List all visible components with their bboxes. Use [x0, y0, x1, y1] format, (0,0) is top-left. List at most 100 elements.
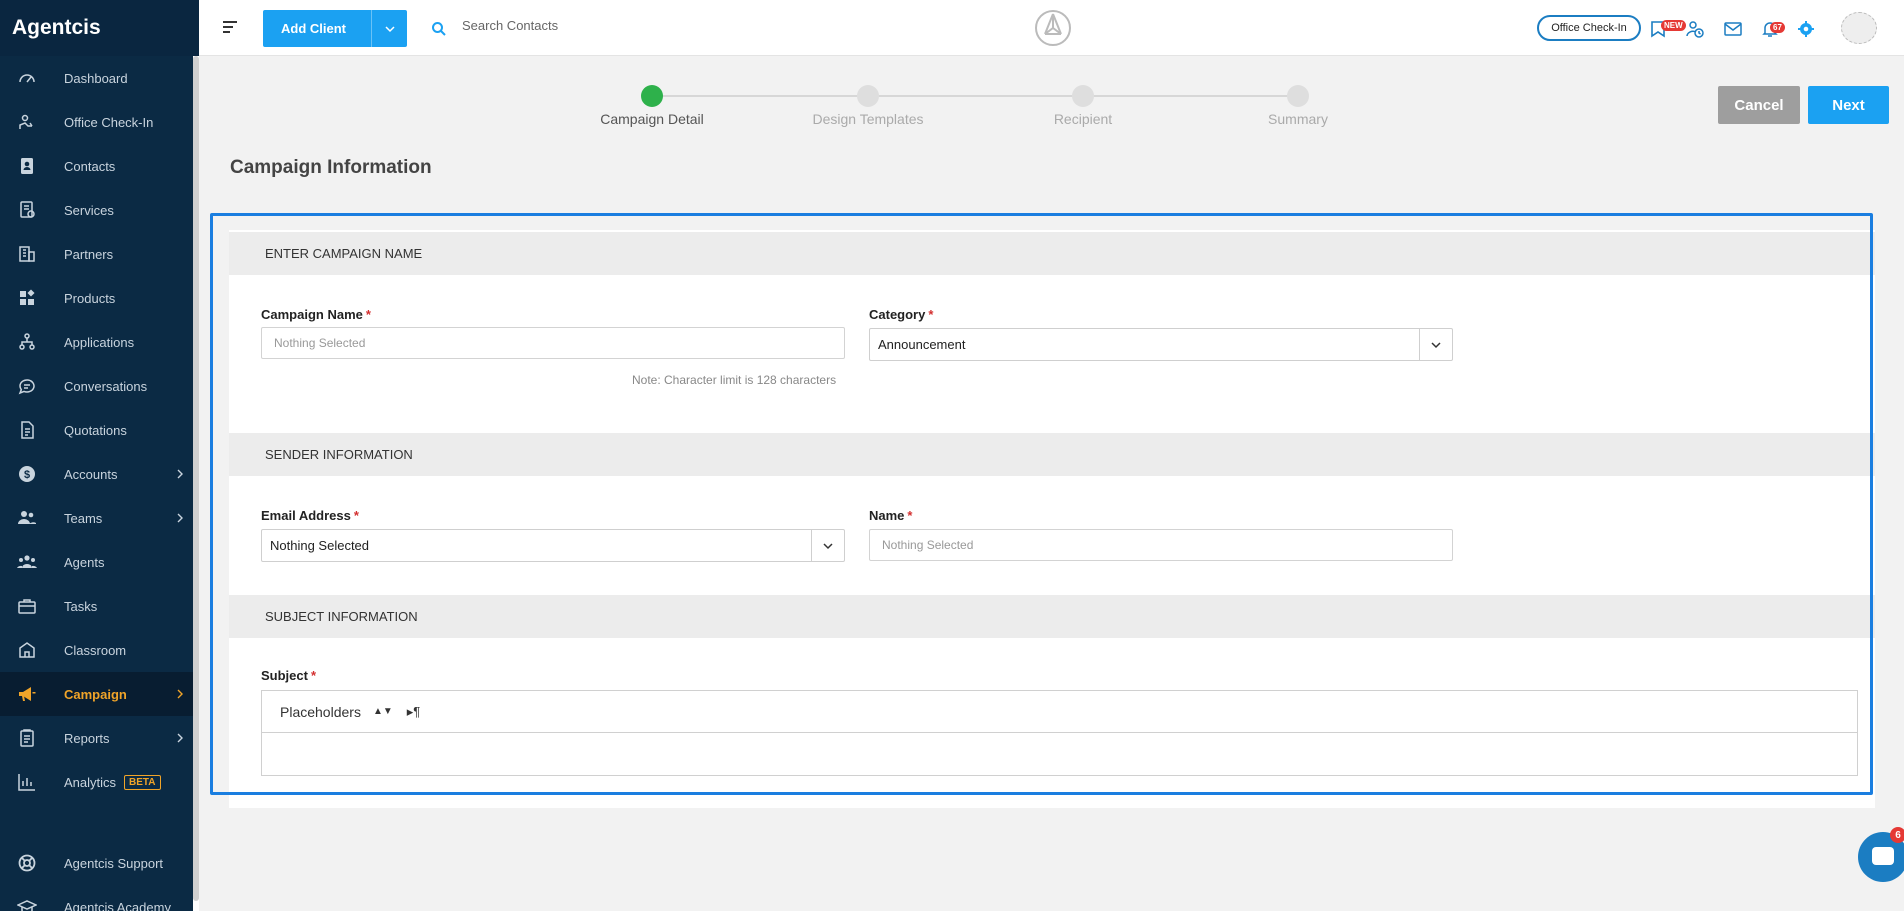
placeholders-dropdown[interactable]: Placeholders ▲▼: [280, 704, 393, 720]
step-dot-design-templates[interactable]: [857, 85, 879, 107]
sidebar-item-campaign[interactable]: Campaign: [0, 672, 199, 716]
chevron-down-icon[interactable]: [385, 24, 395, 34]
sidebar-item-contacts[interactable]: Contacts: [0, 144, 199, 188]
sidebar-item-quotations[interactable]: Quotations: [0, 408, 199, 452]
sidebar-item-label: Dashboard: [64, 70, 128, 86]
required-mark: *: [928, 307, 934, 322]
chevron-right-icon: [177, 513, 183, 523]
gauge-icon: [16, 68, 38, 88]
gear-icon[interactable]: [1797, 20, 1815, 38]
step-label-campaign-detail: Campaign Detail: [600, 111, 704, 127]
campaign-name-label: Campaign Name *: [261, 307, 371, 322]
briefcase-icon: [16, 596, 38, 616]
sidebar-item-label: Reports: [64, 730, 110, 746]
sidebar-item-label: Applications: [64, 334, 135, 350]
subject-editor-toolbar: Placeholders ▲▼ ▸¶: [262, 691, 1857, 733]
sidebar-item-label: Teams: [64, 510, 103, 526]
sidebar-item-tasks[interactable]: Tasks: [0, 584, 199, 628]
step-label-recipient: Recipient: [1053, 111, 1113, 127]
search-contacts-input[interactable]: [462, 18, 662, 33]
subject-editor-input-area[interactable]: [262, 733, 1857, 775]
brand-logo[interactable]: Agentcis: [0, 0, 199, 56]
required-mark: *: [310, 668, 317, 683]
document-icon: [16, 420, 38, 440]
sidebar-item-analytics[interactable]: Analytics BETA: [0, 760, 199, 804]
chevron-down-icon: [1431, 341, 1441, 348]
button-divider: [371, 10, 372, 47]
sidebar-item-label: Quotations: [64, 422, 127, 438]
sender-name-input[interactable]: Nothing Selected: [869, 529, 1453, 561]
sender-name-label: Name *: [869, 508, 913, 523]
next-button[interactable]: Next: [1808, 86, 1889, 124]
category-dropdown-toggle[interactable]: [1419, 329, 1452, 360]
required-mark: *: [365, 307, 371, 322]
character-limit-note: Note: Character limit is 128 characters: [632, 373, 837, 387]
paragraph-format-icon[interactable]: ▸¶: [407, 704, 421, 720]
section-header-sender-information: SENDER INFORMATION: [229, 433, 1875, 476]
office-check-in-label: Office Check-In: [1551, 22, 1627, 34]
chevron-right-icon: [177, 733, 183, 743]
step-dot-campaign-detail[interactable]: [641, 85, 663, 107]
sidebar-item-dashboard[interactable]: Dashboard: [0, 56, 199, 100]
sidebar-item-partners[interactable]: Partners: [0, 232, 199, 276]
classroom-icon: [16, 640, 38, 660]
add-client-label: Add Client: [281, 21, 346, 36]
sidebar-item-label: Campaign: [64, 686, 127, 702]
sidebar-item-label: Contacts: [64, 158, 116, 174]
agents-icon: [16, 552, 38, 572]
sidebar-item-classroom[interactable]: Classroom: [0, 628, 199, 672]
building-icon: [16, 244, 38, 264]
campaign-name-input[interactable]: Nothing Selected: [261, 327, 845, 359]
academy-icon: [16, 897, 38, 911]
sidebar-item-teams[interactable]: Teams: [0, 496, 199, 540]
email-address-value: Nothing Selected: [270, 538, 370, 553]
sidebar-item-agentcis-academy[interactable]: Agentcis Academy: [0, 885, 199, 911]
sidebar-item-products[interactable]: Products: [0, 276, 199, 320]
sidebar-item-label: Classroom: [64, 642, 127, 658]
sidebar-item-reports[interactable]: Reports: [0, 716, 199, 760]
category-value: Announcement: [878, 337, 966, 352]
user-sync-icon[interactable]: [1686, 20, 1704, 38]
sidebar-item-label: Accounts: [64, 466, 118, 482]
sidebar-footer: Agentcis Support Agentcis Academy: [0, 841, 199, 911]
email-address-dropdown-toggle[interactable]: [811, 530, 844, 561]
hamburger-menu-icon[interactable]: [221, 18, 239, 36]
sidebar-nav: Dashboard Office Check-In Contacts Servi…: [0, 56, 199, 804]
sidebar-item-conversations[interactable]: Conversations: [0, 364, 199, 408]
dollar-icon: $: [16, 464, 38, 484]
sidebar-item-accounts[interactable]: $ Accounts: [0, 452, 199, 496]
sidebar-item-label: Products: [64, 290, 116, 306]
user-avatar[interactable]: [1841, 12, 1877, 44]
subject-editor: Placeholders ▲▼ ▸¶: [261, 690, 1858, 776]
sidebar-item-label: Analytics: [64, 774, 117, 790]
sidebar-item-label: Tasks: [64, 598, 98, 614]
flow-icon: [16, 332, 38, 352]
page-title: Campaign Information: [230, 157, 432, 178]
sidebar-item-label: Agents: [64, 554, 105, 570]
sidebar-item-applications[interactable]: Applications: [0, 320, 199, 364]
sidebar-item-services[interactable]: Services: [0, 188, 199, 232]
sidebar-item-label: Services: [64, 202, 114, 218]
beta-badge: BETA: [124, 774, 161, 790]
sidebar-item-agentcis-support[interactable]: Agentcis Support: [0, 841, 199, 885]
office-check-in-button[interactable]: Office Check-In: [1537, 15, 1641, 41]
step-dot-recipient[interactable]: [1072, 85, 1094, 107]
company-logo-icon: [1035, 10, 1071, 46]
email-address-label: Email Address *: [261, 508, 359, 523]
sidebar-scrollbar-thumb[interactable]: [193, 56, 199, 901]
category-select[interactable]: Announcement: [869, 328, 1453, 361]
products-icon: [16, 288, 38, 308]
add-client-button[interactable]: Add Client: [263, 10, 407, 47]
section-header-campaign-name: ENTER CAMPAIGN NAME: [229, 232, 1875, 275]
placeholders-label: Placeholders: [280, 703, 361, 720]
contact-card-icon: [16, 156, 38, 176]
sidebar-item-agents[interactable]: Agents: [0, 540, 199, 584]
cancel-button[interactable]: Cancel: [1718, 86, 1800, 124]
mail-icon[interactable]: [1724, 20, 1742, 38]
step-dot-summary[interactable]: [1287, 85, 1309, 107]
sidebar-item-office-check-in[interactable]: Office Check-In: [0, 100, 199, 144]
email-address-select[interactable]: Nothing Selected: [261, 529, 845, 562]
sidebar-item-label: Partners: [64, 246, 114, 262]
search-icon: [432, 22, 446, 36]
services-icon: [16, 200, 38, 220]
